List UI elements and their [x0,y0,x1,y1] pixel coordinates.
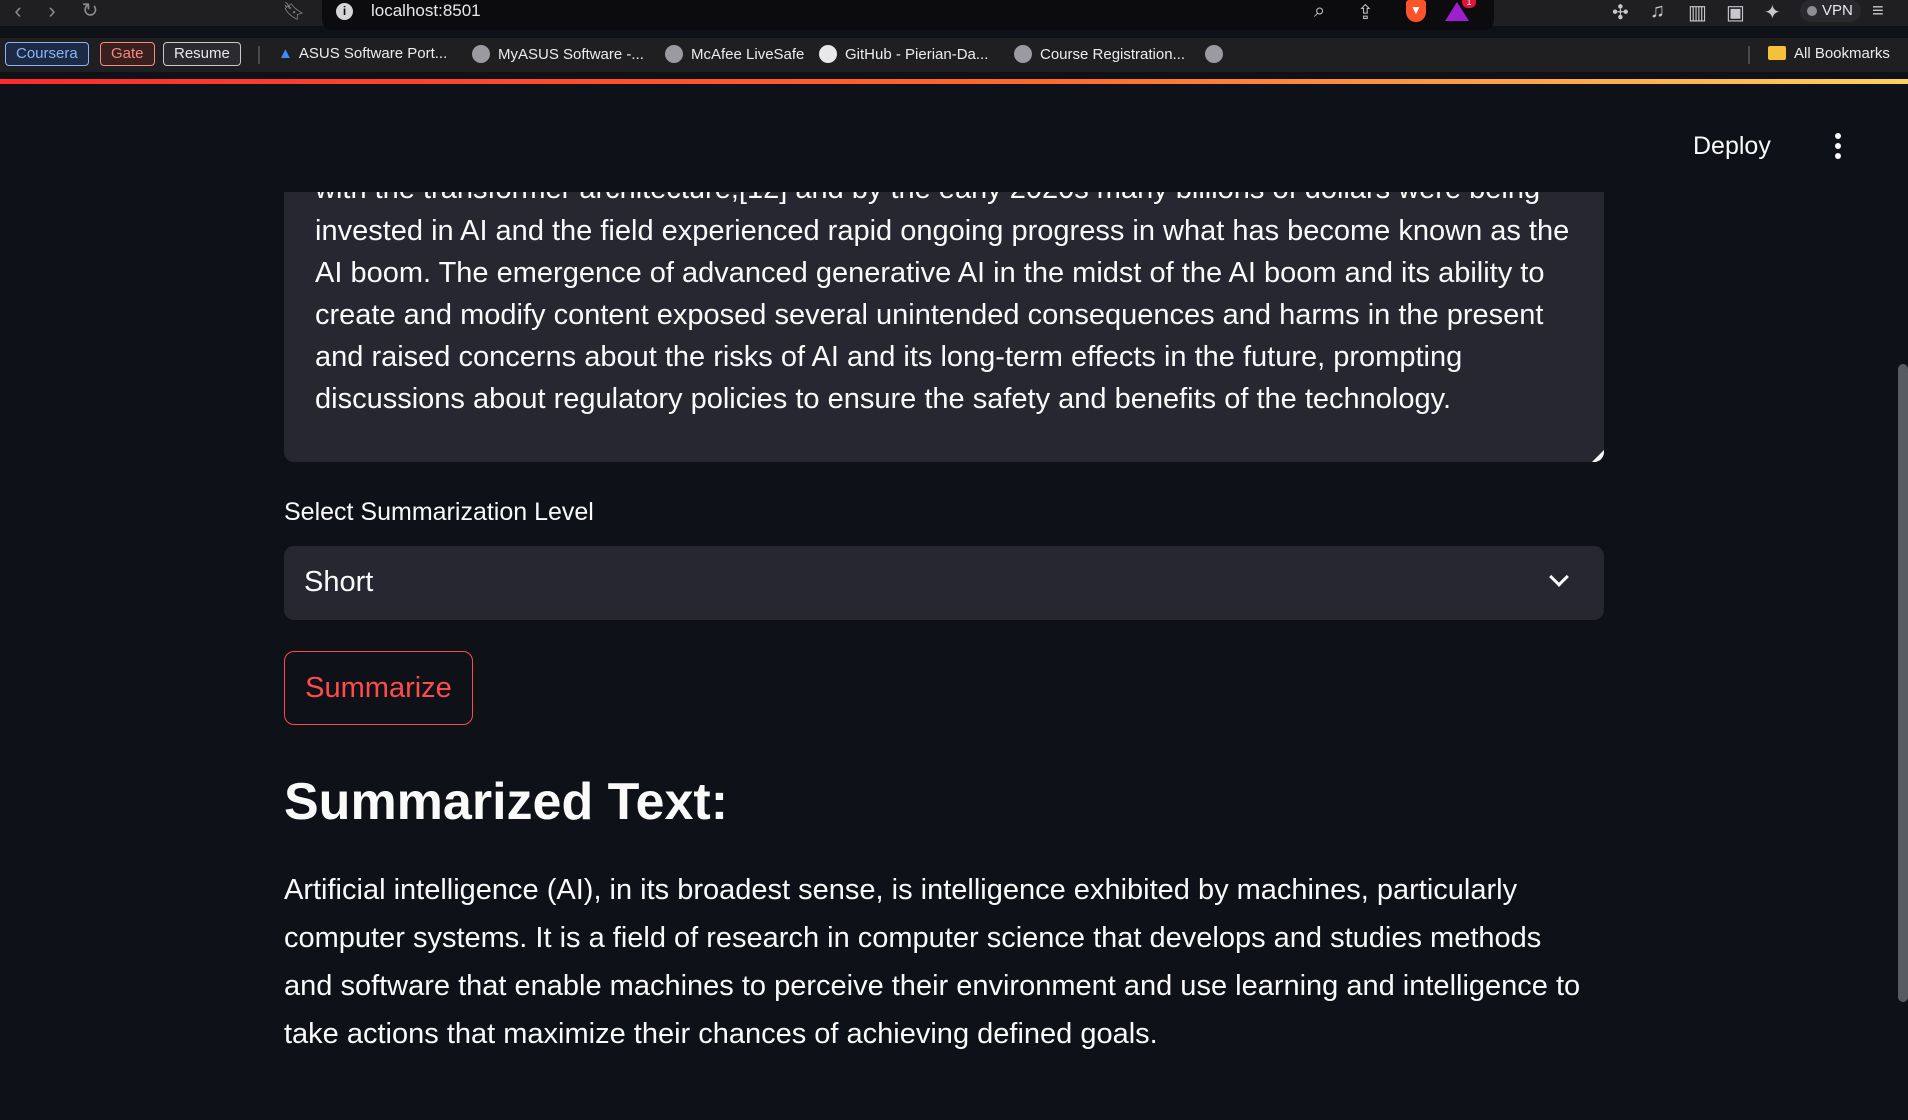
bookmark-chip-resume[interactable]: Resume [163,42,241,66]
bookmark-chip-coursera[interactable]: Coursera [5,42,89,66]
result-heading: Summarized Text: [284,773,729,831]
app-main: Deploy with the transformer architecture… [0,84,1908,1120]
summary-text: Artificial intelligence (AI), in its bro… [284,874,1581,1050]
globe-icon [472,45,490,63]
bookmark-label: Course Registration... [1040,46,1186,63]
select-value: Short [304,566,374,598]
bookmarks-bar: Coursera Gate Resume ▲ ASUS Software Port… [0,38,1908,72]
bookmarks-divider [1748,46,1750,64]
wallet-icon[interactable]: ▣ [1726,0,1745,25]
extensions-icon[interactable]: ✣ [1612,0,1629,25]
bookmark-chip-gate[interactable]: Gate [100,42,155,66]
deploy-button[interactable]: Deploy [1693,132,1771,161]
bookmark-mcafee[interactable]: McAfee LiveSafe [665,45,804,63]
all-bookmarks-label: All Bookmarks [1794,45,1890,62]
zoom-icon[interactable]: ⌕ [1314,0,1325,23]
all-bookmarks-button[interactable]: All Bookmarks [1768,45,1890,62]
notification-badge: 1 [1462,0,1476,8]
menu-icon[interactable]: ≡ [1872,0,1884,23]
resize-handle[interactable] [1592,450,1604,462]
reload-icon[interactable]: ↻ [78,0,102,24]
bookmark-github[interactable]: GitHub - Pierian-Da... [819,45,988,63]
leo-ai-icon[interactable]: ✦ [1764,0,1781,25]
more-options-icon[interactable] [1828,132,1848,162]
bookmark-globe[interactable] [1205,45,1231,63]
bookmark-page-icon[interactable]: 🔖︎ [282,0,306,24]
globe-icon [1014,45,1032,63]
folder-icon [1768,46,1786,60]
media-icon[interactable]: ♫ [1650,0,1665,23]
scrollbar[interactable] [1898,364,1908,1002]
back-icon[interactable]: ‹ [6,0,30,24]
github-icon [819,45,837,63]
brave-shields-icon[interactable]: ▼ [1406,0,1426,22]
address-bar[interactable]: i localhost:8501 ⌕ ⇪ ▼ 1 [322,0,1494,30]
bookmark-label: GitHub - Pierian-Da... [845,46,989,63]
asus-logo-icon: ▲ [278,45,293,62]
bookmark-myasus[interactable]: MyASUS Software -... [472,45,644,63]
share-icon[interactable]: ⇪ [1357,0,1374,25]
site-info-icon[interactable]: i [336,3,353,20]
url-text[interactable]: localhost:8501 [371,1,481,21]
bookmark-label: McAfee LiveSafe [691,46,805,63]
vpn-button[interactable]: VPN [1800,0,1861,22]
bookmark-course-registration[interactable]: Course Registration... [1014,45,1185,63]
bookmark-asus[interactable]: ▲ ASUS Software Port... [278,45,447,62]
bookmarks-divider [258,46,260,64]
select-label: Select Summarization Level [284,498,594,526]
bookmark-label: ASUS Software Port... [298,45,448,62]
chevron-down-icon [1549,567,1569,587]
sidebar-icon[interactable]: ▥ [1688,0,1707,25]
summarization-level-select[interactable]: Short [284,546,1604,620]
globe-icon [665,45,683,63]
summarize-button[interactable]: Summarize [284,651,473,725]
globe-icon [1205,45,1223,63]
input-text-value: with the transformer architecture,[12] a… [315,192,1570,415]
browser-toolbar: ‹ › ↻ 🔖︎ i localhost:8501 ⌕ ⇪ ▼ 1 ✣ ♫ ▥ … [0,0,1908,30]
bookmark-label: MyASUS Software -... [498,46,644,63]
input-text-area[interactable]: with the transformer architecture,[12] a… [284,192,1604,462]
forward-icon[interactable]: › [40,0,64,24]
